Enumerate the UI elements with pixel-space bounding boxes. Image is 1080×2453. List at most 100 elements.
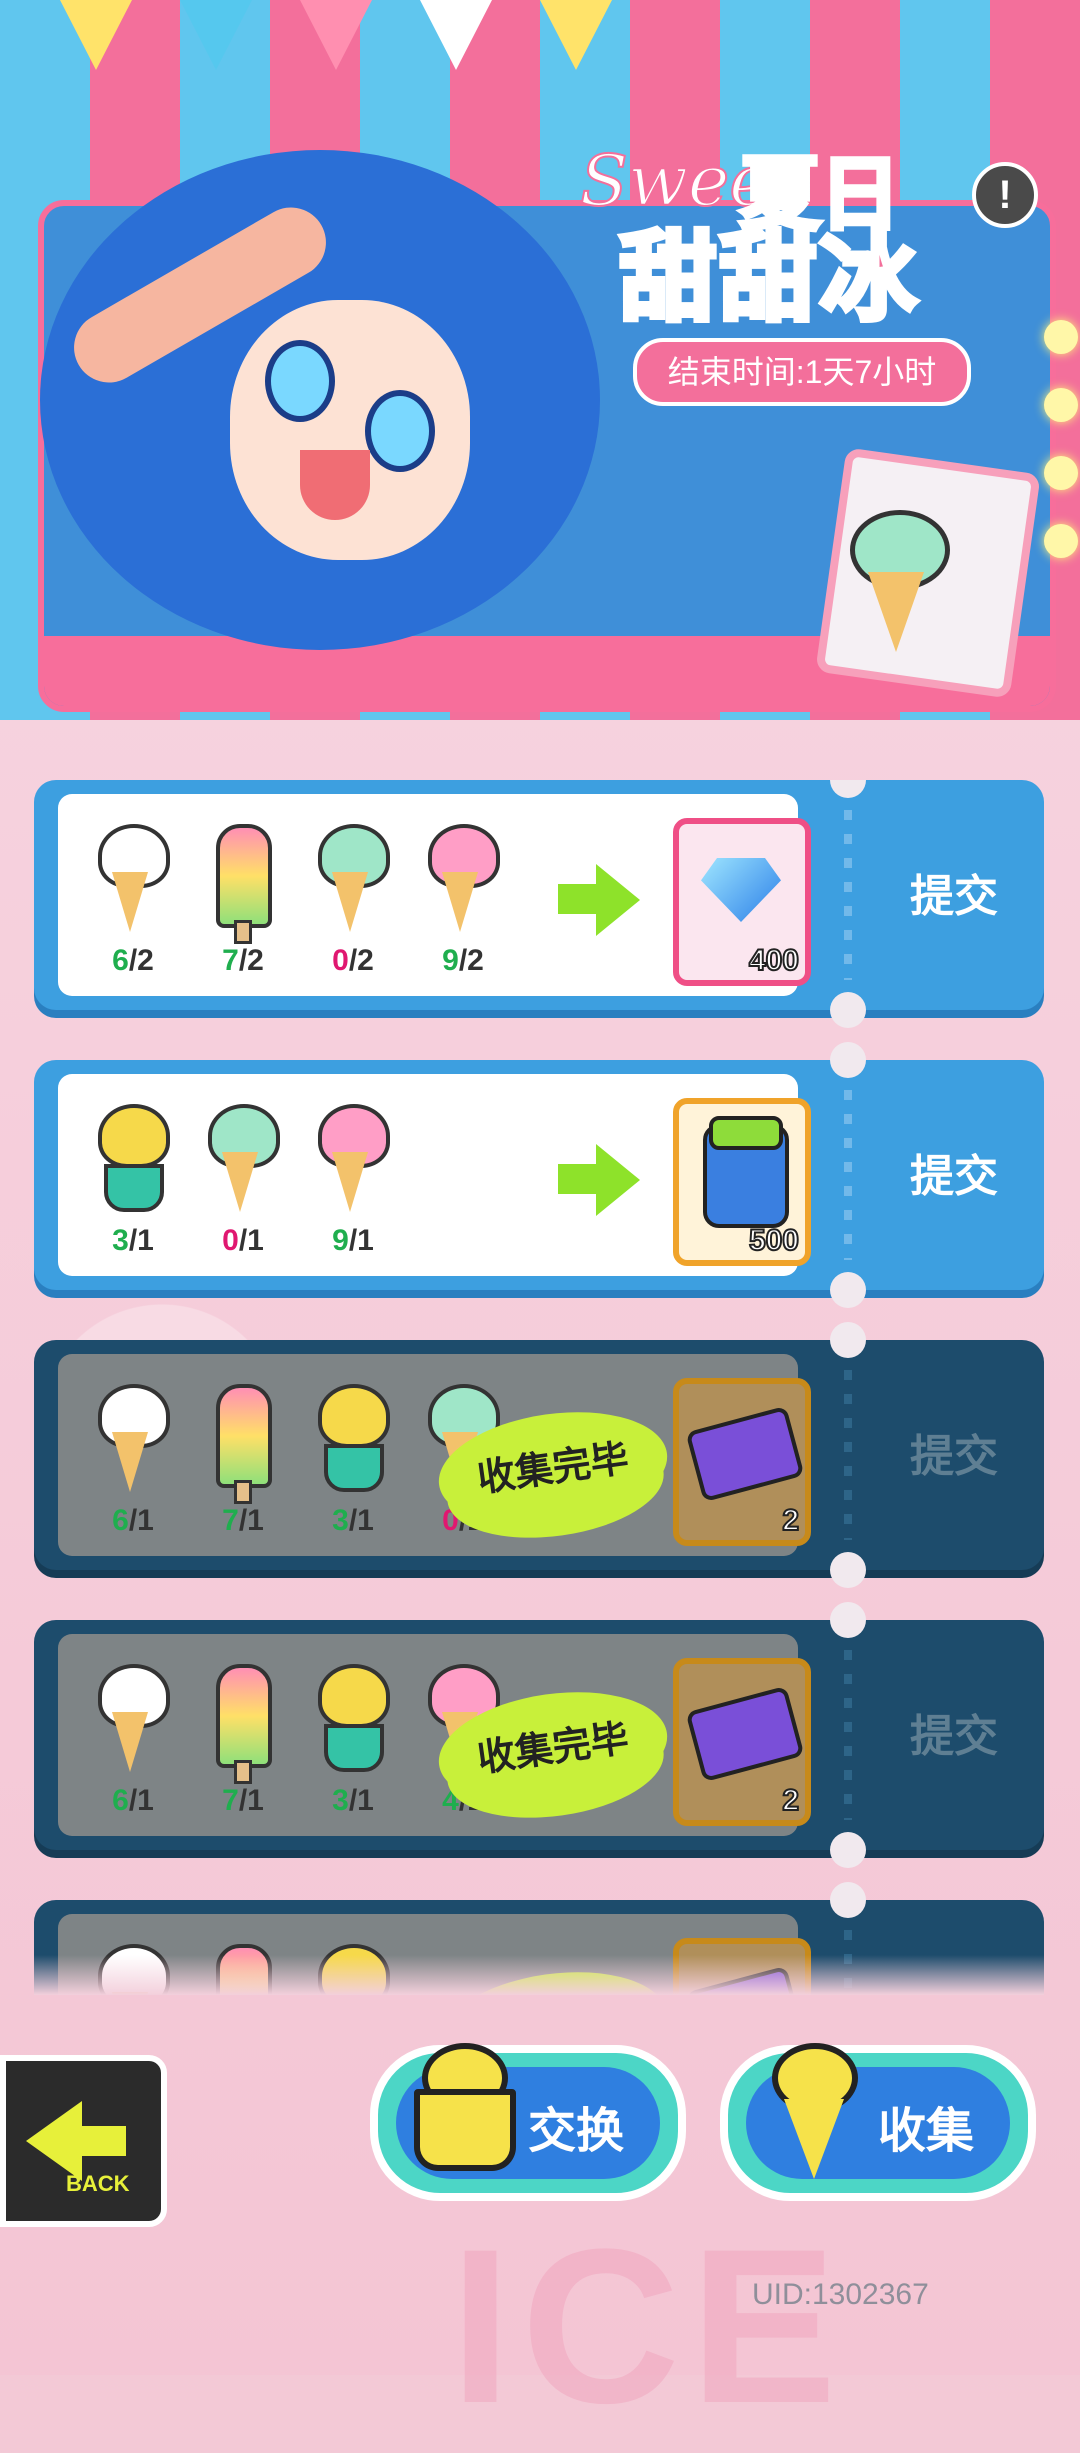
ice-cream-cone-icon bbox=[750, 2033, 870, 2183]
ingredient-have: 9 bbox=[442, 944, 459, 977]
ice-cream-cup-icon bbox=[400, 2033, 520, 2183]
background-logo-deco: ICE bbox=[450, 2203, 847, 2449]
back-arrow-icon bbox=[26, 2101, 82, 2181]
arrow-head-icon bbox=[596, 864, 640, 936]
ticket-notch bbox=[830, 1832, 866, 1868]
event-title-main: 甜甜冰 bbox=[617, 222, 920, 335]
arrow-head-icon bbox=[596, 1144, 640, 1216]
ingredient-item: 3/1 bbox=[298, 1654, 408, 1824]
reward-amount: 400 bbox=[748, 943, 800, 978]
quest-list[interactable]: 6/2 7/2 0/2 9/2 400 提交 3/1 0/1 9/1 500 提交 6/1 7/1 3/1… bbox=[34, 780, 1044, 1995]
ingredient-need: /2 bbox=[238, 944, 264, 977]
ingredient-count: 6/2 bbox=[78, 944, 188, 978]
back-arrow-tail bbox=[76, 2126, 126, 2156]
ingredient-count: 9/2 bbox=[408, 944, 518, 978]
info-icon[interactable]: ! bbox=[972, 162, 1038, 228]
sundae-cup-icon bbox=[90, 1104, 170, 1214]
sundae-cup-icon bbox=[310, 1664, 390, 1774]
ingredient-count: 9/1 bbox=[298, 1224, 408, 1258]
ticket-perforation bbox=[844, 810, 852, 980]
reward-amount: 500 bbox=[748, 1223, 800, 1258]
ticket-notch bbox=[830, 1552, 866, 1588]
bunting-flag bbox=[300, 0, 372, 70]
ingredient-need: /1 bbox=[238, 1784, 264, 1817]
ingredient-count: 7/1 bbox=[188, 1504, 298, 1538]
ingredient-have: 3 bbox=[332, 1504, 349, 1537]
collect-label: 收集 bbox=[878, 2105, 975, 2158]
ticket-notch bbox=[830, 1322, 866, 1358]
submit-button[interactable]: 提交 bbox=[894, 1700, 1014, 1764]
submit-button[interactable]: 提交 bbox=[894, 1420, 1014, 1484]
reward-slot[interactable]: 400 bbox=[673, 818, 811, 986]
ingredient-have: 6 bbox=[112, 944, 129, 977]
mint-cone-icon bbox=[200, 1104, 280, 1214]
quest-card: 3/1 0/1 9/1 500 提交 bbox=[34, 1042, 1044, 1308]
ingredient-have: 7 bbox=[222, 1784, 239, 1817]
sundae-cup-icon bbox=[310, 1384, 390, 1494]
quest-card: 6/1 7/1 3/1 0/1 2 收集完毕 提交 bbox=[34, 1322, 1044, 1588]
ingredient-have: 6 bbox=[112, 1504, 129, 1537]
event-timer: 结束时间:1天7小时 bbox=[633, 338, 971, 406]
reward-slot[interactable]: 2 bbox=[673, 1658, 811, 1826]
ticket-notch bbox=[830, 992, 866, 1028]
reward-slot[interactable]: 500 bbox=[673, 1098, 811, 1266]
bunting-flag bbox=[60, 0, 132, 70]
ingredient-item: 0/2 bbox=[298, 814, 408, 984]
ticket-perforation bbox=[844, 1090, 852, 1260]
ingredient-item: 9/1 bbox=[298, 1094, 408, 1264]
vanilla-cone-icon bbox=[90, 1664, 170, 1774]
ingredient-need: /2 bbox=[348, 944, 374, 977]
ingredient-need: /1 bbox=[128, 1504, 154, 1537]
ingredient-have: 6 bbox=[112, 1784, 129, 1817]
submit-button[interactable]: 提交 bbox=[894, 860, 1014, 924]
ingredient-have: 3 bbox=[332, 1784, 349, 1817]
ingredient-have: 0 bbox=[222, 1224, 239, 1257]
rainbow-popsicle-icon bbox=[200, 824, 280, 944]
ingredient-need: /1 bbox=[238, 1224, 264, 1257]
ingredient-count: 3/1 bbox=[298, 1504, 408, 1538]
ingredient-count: 6/1 bbox=[78, 1504, 188, 1538]
ticket-notch bbox=[830, 1602, 866, 1638]
ingredient-count: 7/1 bbox=[188, 1784, 298, 1818]
ingredient-item: 0/1 bbox=[188, 1094, 298, 1264]
bunting-flag bbox=[180, 0, 252, 70]
ice-cream-deco-icon bbox=[840, 510, 950, 660]
ingredient-need: /1 bbox=[128, 1224, 154, 1257]
ingredient-count: 0/1 bbox=[188, 1224, 298, 1258]
ingredient-count: 0/2 bbox=[298, 944, 408, 978]
ticket-notch bbox=[830, 780, 866, 798]
vanilla-cone-icon bbox=[90, 1384, 170, 1494]
character-mouth bbox=[300, 450, 370, 520]
user-id: UID:1302367 bbox=[752, 2278, 929, 2311]
arrow-icon bbox=[558, 884, 598, 914]
reward-amount: 2 bbox=[781, 1503, 800, 1538]
quest-panel: 3/1 0/1 9/1 500 bbox=[58, 1074, 811, 1276]
exchange-button[interactable]: 交换 bbox=[370, 2043, 686, 2201]
mint-cone-icon bbox=[310, 824, 390, 934]
ingredient-item: 9/2 bbox=[408, 814, 518, 984]
ticket-notch bbox=[830, 1272, 866, 1308]
ingredient-item: 6/1 bbox=[78, 1654, 188, 1824]
reward-slot[interactable]: 2 bbox=[673, 1378, 811, 1546]
back-label: BACK bbox=[66, 2171, 130, 2196]
quest-card: 6/1 7/1 3/1 4/1 2 收集完毕 提交 bbox=[34, 1602, 1044, 1868]
ingredient-count: 6/1 bbox=[78, 1784, 188, 1818]
arrow-icon bbox=[558, 1164, 598, 1194]
ingredient-have: 0 bbox=[332, 944, 349, 977]
ingredient-need: /2 bbox=[128, 944, 154, 977]
ingredient-count: 3/1 bbox=[298, 1784, 408, 1818]
ingredient-need: /1 bbox=[348, 1224, 374, 1257]
ingredient-need: /1 bbox=[348, 1784, 374, 1817]
ingredient-need: /1 bbox=[348, 1504, 374, 1537]
collect-button[interactable]: 收集 bbox=[720, 2043, 1036, 2201]
rainbow-popsicle-icon bbox=[200, 1384, 280, 1504]
quest-panel: 6/2 7/2 0/2 9/2 400 bbox=[58, 794, 811, 996]
submit-button[interactable]: 提交 bbox=[894, 1140, 1014, 1204]
ingredient-have: 3 bbox=[112, 1224, 129, 1257]
list-fade bbox=[34, 1955, 1044, 1995]
quest-card: 6/2 7/2 0/2 9/2 400 提交 bbox=[34, 780, 1044, 1028]
ticket-perforation bbox=[844, 1370, 852, 1540]
ingredient-item: 6/2 bbox=[78, 814, 188, 984]
reward-amount: 2 bbox=[781, 1783, 800, 1818]
back-button[interactable]: BACK bbox=[0, 2055, 167, 2227]
